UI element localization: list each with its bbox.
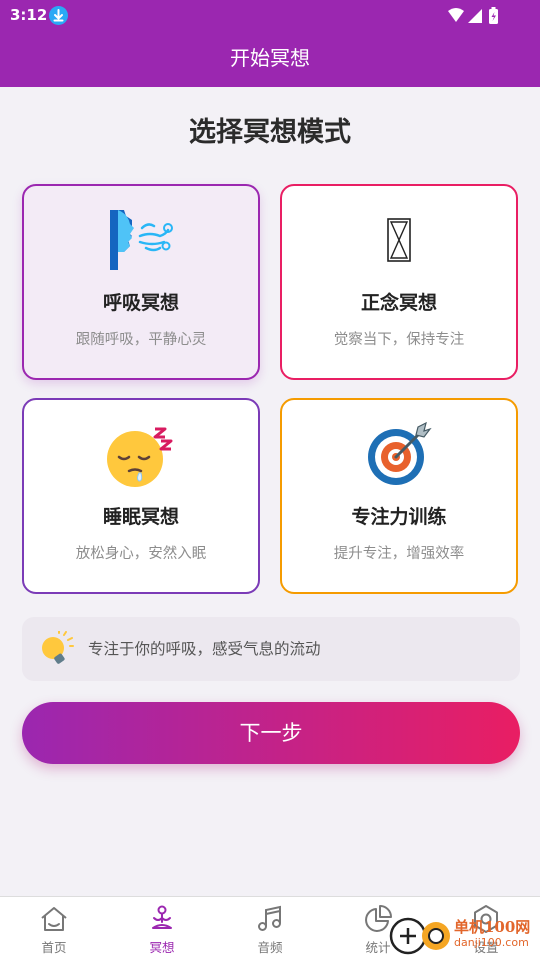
status-time: 3:12 [10, 6, 48, 24]
page-heading: 选择冥想模式 [189, 117, 351, 148]
mode-desc: 跟随呼吸，平静心灵 [75, 332, 207, 348]
sleeping-face-icon [24, 422, 258, 487]
nav-label: 首页 [41, 940, 67, 955]
wifi-icon [448, 8, 464, 22]
app-bar: 开始冥想 [0, 32, 540, 87]
status-bar: 3:12 [0, 0, 540, 32]
mode-card-mindfulness[interactable]: 正念冥想 觉察当下，保持专注 [280, 184, 518, 380]
mode-desc: 提升专注，增强效率 [333, 546, 465, 562]
mode-desc: 觉察当下，保持专注 [333, 332, 465, 348]
mode-name: 专注力训练 [351, 506, 447, 528]
nav-item-home[interactable]: 首页 [0, 897, 108, 960]
nav-label: 冥想 [149, 940, 175, 955]
nav-item-meditation[interactable]: 冥想 [108, 897, 216, 960]
battery-icon [489, 7, 498, 24]
mode-name: 正念冥想 [360, 292, 437, 314]
watermark-subtext: danji100.com [454, 936, 529, 949]
breathing-face-icon [24, 208, 258, 272]
nav-label: 音频 [257, 940, 283, 955]
next-button[interactable]: 下一步 [22, 702, 520, 764]
music-note-icon [255, 904, 285, 934]
watermark: 单机100网 danji100.com [388, 912, 540, 960]
nav-item-audio[interactable]: 音频 [216, 897, 324, 960]
meditation-icon [147, 904, 177, 934]
tip-box: 专注于你的呼吸，感受气息的流动 [22, 617, 520, 681]
mode-name: 呼吸冥想 [102, 292, 179, 314]
target-dart-icon [282, 421, 516, 486]
status-icons [446, 6, 506, 26]
mode-desc: 放松身心，安然入眠 [75, 546, 207, 562]
watermark-logo [389, 917, 450, 955]
home-icon [39, 904, 69, 934]
signal-icon [468, 9, 482, 23]
mode-card-focus[interactable]: 专注力训练 提升专注，增强效率 [280, 398, 518, 594]
app-bar-title: 开始冥想 [230, 46, 310, 70]
mode-card-sleep[interactable]: 睡眠冥想 放松身心，安然入眠 [22, 398, 260, 594]
tip-text: 专注于你的呼吸，感受气息的流动 [88, 640, 321, 658]
mode-card-breathing[interactable]: 呼吸冥想 跟随呼吸，平静心灵 [22, 184, 260, 380]
download-icon [49, 6, 68, 25]
watermark-text: 单机100网 [454, 918, 531, 936]
mode-name: 睡眠冥想 [102, 506, 179, 528]
hourglass-icon [282, 208, 516, 272]
lightbulb-icon [38, 630, 74, 667]
